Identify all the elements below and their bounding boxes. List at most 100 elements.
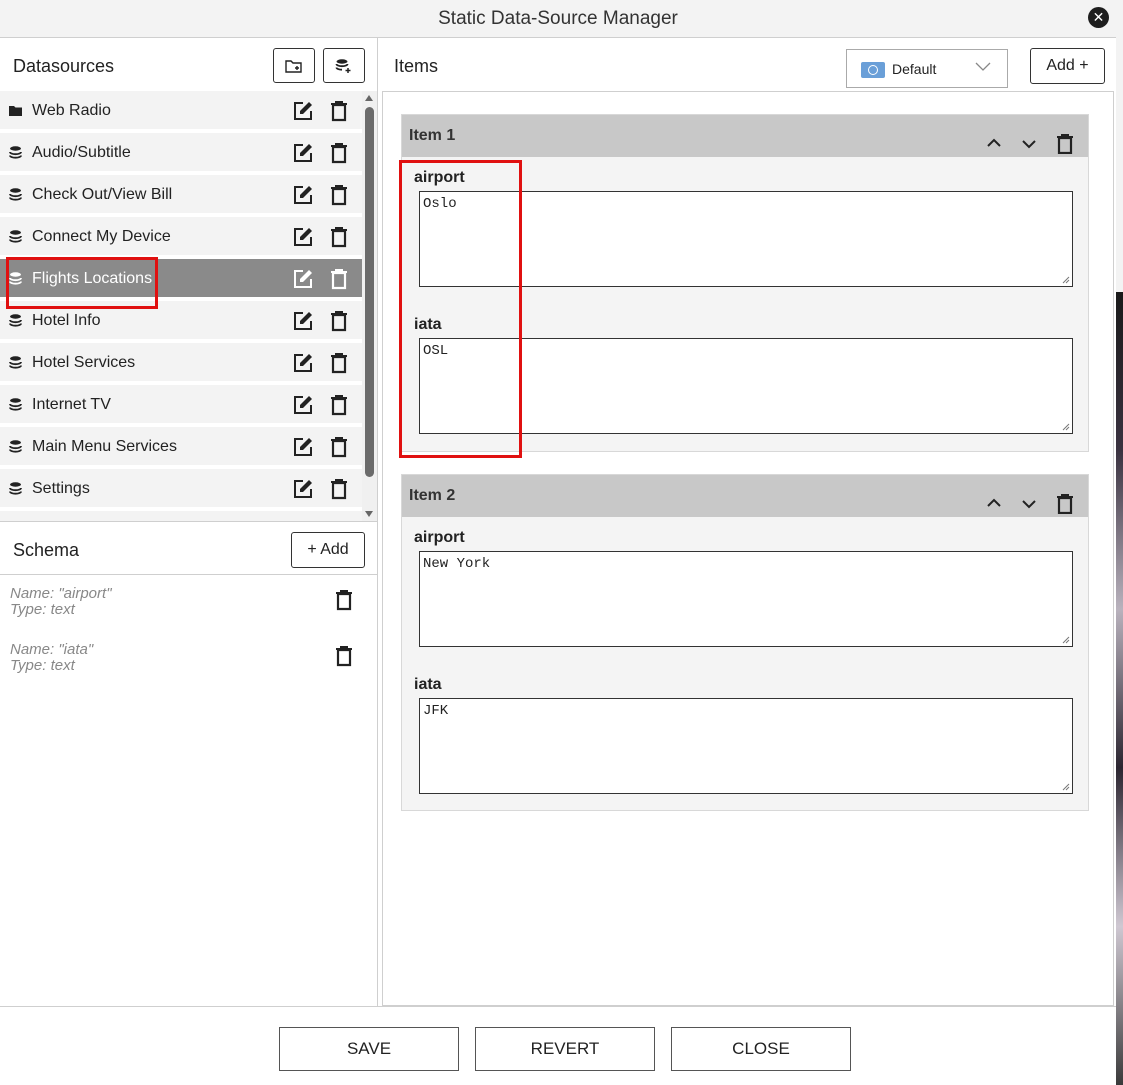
resize-handle-icon[interactable]: [1062, 276, 1070, 284]
item-header: Item 1: [402, 115, 1088, 157]
trash-icon[interactable]: [329, 142, 349, 164]
datasource-label: Flights Locations: [32, 270, 153, 287]
datasource-scrollbar[interactable]: [362, 91, 377, 521]
edit-icon[interactable]: [292, 352, 314, 374]
trash-icon[interactable]: [329, 394, 349, 416]
iata-textarea[interactable]: JFK: [419, 698, 1073, 794]
airport-textarea[interactable]: New York: [419, 551, 1073, 647]
trash-icon[interactable]: [335, 589, 353, 611]
resize-handle-icon[interactable]: [1062, 783, 1070, 791]
database-icon: [9, 188, 22, 201]
datasource-label: Hotel Info: [32, 312, 101, 329]
items-heading: Items: [394, 56, 439, 76]
trash-icon[interactable]: [1056, 494, 1074, 514]
chevron-up-icon[interactable]: [985, 135, 1003, 153]
folder-icon: [9, 106, 22, 116]
edit-icon[interactable]: [292, 142, 314, 164]
scroll-up-icon[interactable]: [365, 95, 373, 101]
iata-textarea[interactable]: OSL: [419, 338, 1073, 434]
left-panel: Datasources Web Radio Audio/Subtitle Che…: [0, 38, 378, 1006]
chevron-up-icon[interactable]: [985, 495, 1003, 513]
field-value: New York: [423, 556, 491, 572]
database-icon: [9, 482, 22, 495]
edit-icon[interactable]: [292, 184, 314, 206]
edit-icon[interactable]: [292, 394, 314, 416]
edit-icon[interactable]: [292, 100, 314, 122]
add-folder-icon: [285, 59, 302, 73]
add-database-icon: [335, 58, 351, 73]
add-folder-button[interactable]: [273, 48, 315, 83]
trash-icon[interactable]: [329, 478, 349, 500]
chevron-down-icon[interactable]: [1020, 495, 1038, 513]
edit-icon[interactable]: [292, 436, 314, 458]
database-icon: [9, 398, 22, 411]
datasource-label: Audio/Subtitle: [32, 144, 131, 161]
trash-icon[interactable]: [1056, 134, 1074, 154]
airport-textarea[interactable]: Oslo: [419, 191, 1073, 287]
datasource-row-hotel-services[interactable]: Hotel Services: [0, 343, 362, 383]
close-dialog-icon[interactable]: ✕: [1088, 7, 1109, 28]
datasource-label: Check Out/View Bill: [32, 186, 173, 203]
datasource-row-internet-tv[interactable]: Internet TV: [0, 385, 362, 425]
datasources-heading: Datasources: [13, 56, 115, 76]
datasource-row-partial[interactable]: [0, 511, 362, 521]
schema-field-type: Type: text: [10, 657, 75, 674]
datasource-label: Connect My Device: [32, 228, 171, 245]
schema-field-iata[interactable]: Name: "iata" Type: text: [10, 642, 93, 674]
locale-select[interactable]: Default: [846, 49, 1008, 88]
datasource-row-settings[interactable]: Settings: [0, 469, 362, 509]
trash-icon[interactable]: [329, 436, 349, 458]
edit-icon[interactable]: [292, 478, 314, 500]
field-label-iata: iata: [414, 676, 442, 693]
edit-icon[interactable]: [292, 268, 314, 290]
trash-icon[interactable]: [329, 352, 349, 374]
footer-bar: SAVE REVERT CLOSE: [0, 1006, 1116, 1085]
scroll-thumb[interactable]: [365, 107, 374, 477]
close-button[interactable]: CLOSE: [671, 1027, 851, 1071]
background-photo: [1116, 292, 1123, 1085]
trash-icon[interactable]: [329, 310, 349, 332]
field-value: OSL: [423, 343, 449, 359]
datasource-label: Main Menu Services: [32, 438, 177, 455]
add-item-button[interactable]: Add +: [1030, 48, 1105, 84]
datasource-row-check-out[interactable]: Check Out/View Bill: [0, 175, 362, 215]
edit-icon[interactable]: [292, 310, 314, 332]
save-button[interactable]: SAVE: [279, 1027, 459, 1071]
datasource-row-audio-subtitle[interactable]: Audio/Subtitle: [0, 133, 362, 173]
chevron-down-icon[interactable]: [1020, 135, 1038, 153]
field-label-airport: airport: [414, 169, 465, 186]
divider: [0, 574, 378, 575]
chevron-down-icon: [975, 62, 991, 71]
add-datasource-button[interactable]: [323, 48, 365, 83]
trash-icon[interactable]: [329, 184, 349, 206]
revert-button[interactable]: REVERT: [475, 1027, 655, 1071]
schema-field-name: Name: "iata": [10, 641, 94, 658]
database-icon: [9, 146, 22, 159]
trash-icon[interactable]: [329, 100, 349, 122]
add-schema-field-button[interactable]: + Add: [291, 532, 365, 568]
trash-icon[interactable]: [335, 645, 353, 667]
scroll-down-icon[interactable]: [365, 511, 373, 517]
resize-handle-icon[interactable]: [1062, 636, 1070, 644]
field-label-airport: airport: [414, 529, 465, 546]
resize-handle-icon[interactable]: [1062, 423, 1070, 431]
datasource-row-web-radio[interactable]: Web Radio: [0, 91, 362, 131]
database-icon: [9, 230, 22, 243]
title-bar: Static Data-Source Manager ✕: [0, 0, 1116, 38]
dialog-title: Static Data-Source Manager: [438, 8, 678, 29]
field-value: Oslo: [423, 196, 457, 212]
datasource-manager-dialog: Static Data-Source Manager ✕ Datasources…: [0, 0, 1116, 1085]
trash-icon[interactable]: [329, 268, 349, 290]
edit-icon[interactable]: [292, 226, 314, 248]
datasource-row-main-menu-services[interactable]: Main Menu Services: [0, 427, 362, 467]
trash-icon[interactable]: [329, 226, 349, 248]
schema-field-airport[interactable]: Name: "airport" Type: text: [10, 586, 112, 618]
datasource-row-connect-my-device[interactable]: Connect My Device: [0, 217, 362, 257]
datasource-label: Internet TV: [32, 396, 111, 413]
field-label-iata: iata: [414, 316, 442, 333]
schema-heading: Schema: [13, 540, 80, 560]
datasource-row-hotel-info[interactable]: Hotel Info: [0, 301, 362, 341]
datasource-label: Settings: [32, 480, 90, 497]
schema-field-type: Type: text: [10, 601, 75, 618]
datasource-row-flights-locations[interactable]: Flights Locations: [0, 259, 362, 299]
